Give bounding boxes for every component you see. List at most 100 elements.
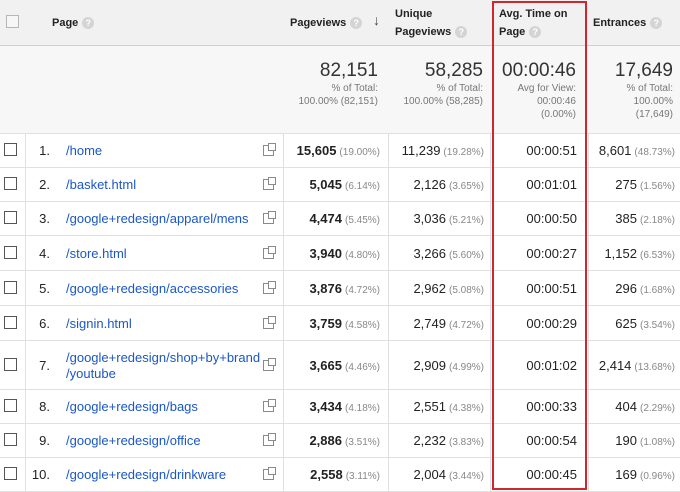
unique-pageviews-cell: 2,551 (4.38%) <box>389 399 484 414</box>
pageviews-cell: 4,474 (5.45%) <box>284 211 380 226</box>
unique-pageviews-percent: (5.60%) <box>448 250 484 261</box>
page-link[interactable]: /google+redesign/drinkware <box>66 467 226 483</box>
help-icon[interactable]: ? <box>650 16 663 29</box>
entrances-cell: 190 (1.08%) <box>589 433 675 448</box>
help-icon[interactable]: ? <box>529 25 542 38</box>
row-number: 7. <box>39 358 50 373</box>
row-checkbox[interactable] <box>4 143 17 156</box>
page-path: /google+redesign/office <box>66 433 201 448</box>
pageviews-value: 2,886 <box>309 433 342 448</box>
row-checkbox[interactable] <box>4 467 17 480</box>
total-percent: 100.00% (82,151) <box>298 96 378 107</box>
page-link[interactable]: /google+redesign/apparel/mens <box>66 211 249 227</box>
entrances-percent: (0.96%) <box>639 471 675 482</box>
row-checkbox[interactable] <box>4 211 17 224</box>
total-label: % of Total: <box>436 83 483 94</box>
unique-pageviews-percent: (5.08%) <box>448 285 484 296</box>
entrances-percent: (13.68%) <box>634 362 675 373</box>
page-link[interactable]: /google+redesign/bags <box>66 399 198 415</box>
row-number: 9. <box>39 433 50 448</box>
total-label: % of Total: <box>331 83 378 94</box>
entrances-percent: (6.53%) <box>639 250 675 261</box>
page-path: /signin.html <box>66 316 132 331</box>
table-row: 7. /google+redesign/shop+by+brand/youtube… <box>0 341 680 390</box>
table-row: 1. /home 15,605 (19.00%) 11,239 (19.28%) 00:00… <box>0 134 680 168</box>
sort-descending-icon[interactable]: ↓ <box>373 12 380 28</box>
header-avg-time-label: Avg. Time on <box>499 8 568 20</box>
avg-time-value: 00:00:33 <box>526 399 577 414</box>
entrances-percent: (2.29%) <box>639 403 675 414</box>
row-checkbox[interactable] <box>4 316 17 329</box>
unique-pageviews-cell: 2,962 (5.08%) <box>389 281 484 296</box>
row-number: 8. <box>39 399 50 414</box>
pageviews-cell: 3,665 (4.46%) <box>284 358 380 373</box>
help-icon[interactable]: ? <box>350 16 363 29</box>
pageviews-cell: 2,558 (3.11%) <box>284 467 380 482</box>
entrances-percent: (2.18%) <box>639 215 675 226</box>
page-link[interactable]: /home <box>66 143 102 159</box>
unique-pageviews-value: 3,036 <box>413 211 446 226</box>
page-link[interactable]: /google+redesign/shop+by+brand/youtube <box>66 350 260 382</box>
open-external-icon[interactable] <box>263 433 276 446</box>
entrances-value: 404 <box>615 399 637 414</box>
pageviews-value: 3,940 <box>309 246 342 261</box>
pageviews-value: 3,665 <box>309 358 342 373</box>
open-external-icon[interactable] <box>263 358 276 371</box>
open-external-icon[interactable] <box>263 211 276 224</box>
unique-pageviews-value: 2,004 <box>413 467 446 482</box>
row-checkbox[interactable] <box>4 177 17 190</box>
entrances-cell: 169 (0.96%) <box>589 467 675 482</box>
open-external-icon[interactable] <box>263 177 276 190</box>
avg-time-value: 00:00:51 <box>526 281 577 296</box>
help-icon[interactable]: ? <box>82 16 95 29</box>
header-page-label: Page <box>52 17 79 29</box>
total-value: 17,649 <box>614 60 673 81</box>
avg-time-value: 00:00:54 <box>526 433 577 448</box>
header-pageviews-label: Pageviews <box>290 17 347 29</box>
row-checkbox[interactable] <box>4 281 17 294</box>
help-icon[interactable]: ? <box>455 25 468 38</box>
table-row: 9. /google+redesign/office 2,886 (3.51%) 2,2… <box>0 424 680 458</box>
page-link[interactable]: /signin.html <box>66 316 132 332</box>
pageviews-cell: 2,886 (3.51%) <box>284 433 380 448</box>
open-external-icon[interactable] <box>263 143 276 156</box>
avg-time-value: 00:00:27 <box>526 246 577 261</box>
pageviews-percent: (4.46%) <box>344 362 380 373</box>
pageviews-value: 3,759 <box>309 316 342 331</box>
unique-pageviews-cell: 2,909 (4.99%) <box>389 358 484 373</box>
pageviews-cell: 3,876 (4.72%) <box>284 281 380 296</box>
pageviews-percent: (4.18%) <box>344 403 380 414</box>
open-external-icon[interactable] <box>263 467 276 480</box>
pageviews-percent: (5.45%) <box>344 215 380 226</box>
select-all-checkbox[interactable] <box>6 15 19 28</box>
unique-pageviews-cell: 2,004 (3.44%) <box>389 467 484 482</box>
page-link[interactable]: /google+redesign/office <box>66 433 201 449</box>
entrances-percent: (1.56%) <box>639 181 675 192</box>
open-external-icon[interactable] <box>263 399 276 412</box>
page-link[interactable]: /store.html <box>66 246 127 262</box>
entrances-cell: 296 (1.68%) <box>589 281 675 296</box>
entrances-value: 190 <box>615 433 637 448</box>
open-external-icon[interactable] <box>263 281 276 294</box>
header-unique-pageviews[interactable]: Unique Pageviews? <box>395 5 468 50</box>
unique-pageviews-value: 2,126 <box>413 177 446 192</box>
pageviews-percent: (19.00%) <box>339 147 380 158</box>
entrances-cell: 2,414 (13.68%) <box>589 358 675 373</box>
entrances-percent: (1.08%) <box>639 437 675 448</box>
page-link[interactable]: /basket.html <box>66 177 136 193</box>
pageviews-value: 3,434 <box>309 399 342 414</box>
page-path: /store.html <box>66 246 127 261</box>
header-avg-time[interactable]: Avg. Time on Page? <box>499 5 567 50</box>
row-checkbox[interactable] <box>4 399 17 412</box>
page-path: /google+redesign/apparel/mens <box>66 211 249 226</box>
open-external-icon[interactable] <box>263 246 276 259</box>
row-checkbox[interactable] <box>4 433 17 446</box>
pageviews-cell: 3,434 (4.18%) <box>284 399 380 414</box>
row-checkbox[interactable] <box>4 246 17 259</box>
entrances-value: 8,601 <box>598 143 632 158</box>
open-external-icon[interactable] <box>263 316 276 329</box>
entrances-value: 385 <box>615 211 637 226</box>
entrances-value: 1,152 <box>604 246 637 261</box>
page-link[interactable]: /google+redesign/accessories <box>66 281 238 297</box>
row-checkbox[interactable] <box>4 358 17 371</box>
